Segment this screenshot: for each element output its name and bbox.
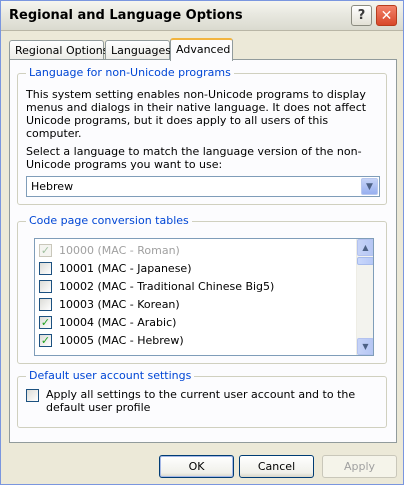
scroll-thumb[interactable] — [357, 257, 373, 265]
checkbox[interactable]: ✓ — [39, 316, 52, 329]
dialog-window: Regional and Language Options ? ✕ Region… — [0, 0, 404, 485]
checkmark-icon: ✓ — [40, 334, 51, 347]
list-item[interactable]: 10003 (MAC - Korean) — [39, 296, 180, 313]
vertical-scrollbar[interactable]: ▲ ▼ — [356, 239, 373, 355]
apply-all-label: Apply all settings to the current user a… — [46, 388, 356, 414]
non-unicode-description: This system setting enables non-Unicode … — [26, 88, 367, 140]
list-item-label: 10001 (MAC - Japanese) — [59, 262, 192, 275]
apply-button[interactable]: Apply — [322, 455, 397, 478]
code-page-legend: Code page conversion tables — [26, 214, 192, 227]
help-icon: ? — [357, 8, 366, 23]
checkbox[interactable] — [39, 280, 52, 293]
code-page-group: Code page conversion tables ✓ 10000 (MAC… — [17, 214, 387, 364]
list-item[interactable]: ✓ 10005 (MAC - Hebrew) — [39, 332, 184, 349]
apply-all-option[interactable]: Apply all settings to the current user a… — [26, 388, 366, 414]
title-bar[interactable]: Regional and Language Options ? ✕ — [1, 1, 403, 31]
cancel-button[interactable]: Cancel — [239, 455, 314, 478]
help-button[interactable]: ? — [351, 5, 372, 26]
language-select-value: Hebrew — [31, 180, 74, 193]
non-unicode-group: Language for non-Unicode programs This s… — [17, 66, 387, 205]
list-item[interactable]: ✓ 10004 (MAC - Arabic) — [39, 314, 176, 331]
checkbox[interactable]: ✓ — [39, 334, 52, 347]
ok-button[interactable]: OK — [159, 455, 234, 478]
tab-advanced[interactable]: Advanced — [170, 38, 233, 61]
scroll-up-icon[interactable]: ▲ — [357, 239, 373, 256]
list-item-label: 10003 (MAC - Korean) — [59, 298, 180, 311]
code-page-list[interactable]: ✓ 10000 (MAC - Roman) 10001 (MAC - Japan… — [34, 238, 374, 356]
list-item-label: 10005 (MAC - Hebrew) — [59, 334, 184, 347]
list-item[interactable]: 10002 (MAC - Traditional Chinese Big5) — [39, 278, 274, 295]
advanced-panel: Language for non-Unicode programs This s… — [9, 59, 397, 443]
apply-all-checkbox[interactable] — [26, 389, 39, 402]
checkbox[interactable] — [39, 298, 52, 311]
list-item-label: 10004 (MAC - Arabic) — [59, 316, 177, 329]
scroll-down-icon[interactable]: ▼ — [357, 338, 373, 355]
window-title: Regional and Language Options — [9, 8, 243, 23]
default-user-group: Default user account settings Apply all … — [17, 369, 387, 428]
non-unicode-instruction: Select a language to match the language … — [26, 145, 362, 171]
default-user-legend: Default user account settings — [26, 369, 195, 382]
list-item-label: 10002 (MAC - Traditional Chinese Big5) — [59, 280, 275, 293]
checkmark-icon: ✓ — [40, 316, 51, 329]
chevron-down-icon[interactable]: ▼ — [361, 178, 378, 195]
list-item[interactable]: ✓ 10000 (MAC - Roman) — [39, 242, 180, 259]
tab-regional-options[interactable]: Regional Options — [9, 40, 108, 60]
list-item[interactable]: 10001 (MAC - Japanese) — [39, 260, 191, 277]
list-item-label: 10000 (MAC - Roman) — [59, 244, 180, 257]
checkbox[interactable]: ✓ — [39, 244, 52, 257]
language-select[interactable]: Hebrew ▼ — [26, 176, 380, 197]
close-button[interactable]: ✕ — [376, 5, 397, 26]
checkmark-icon: ✓ — [40, 244, 51, 257]
tab-languages[interactable]: Languages — [105, 40, 171, 60]
non-unicode-legend: Language for non-Unicode programs — [26, 66, 234, 79]
close-icon: ✕ — [380, 7, 393, 24]
checkbox[interactable] — [39, 262, 52, 275]
